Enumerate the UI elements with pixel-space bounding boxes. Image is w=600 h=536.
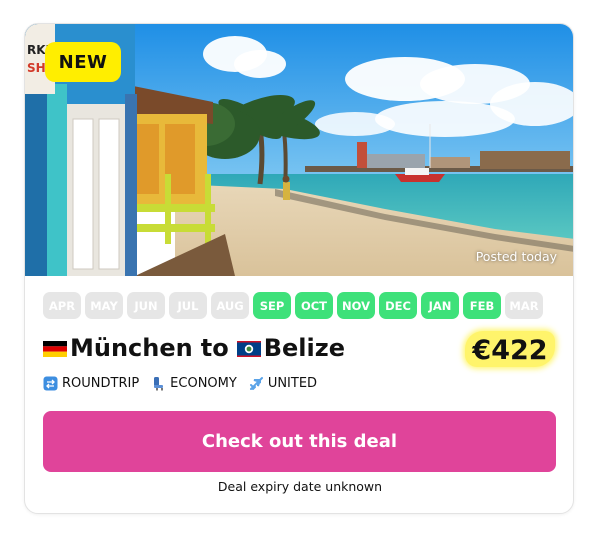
- month-chip-mar: MAR: [505, 292, 543, 319]
- travel-months: APR MAY JUN JUL AUG SEP OCT NOV DEC JAN FEB MAR: [43, 292, 543, 319]
- month-chip-nov: NOV: [337, 292, 375, 319]
- airline-label: UNITED: [267, 376, 318, 391]
- svg-text:SH: SH: [27, 61, 46, 75]
- month-chip-jul: JUL: [169, 292, 207, 319]
- month-chip-feb: FEB: [463, 292, 501, 319]
- new-badge: NEW: [45, 42, 121, 82]
- destination-photo[interactable]: RKE SH NEW Posted today: [25, 24, 573, 276]
- month-chip-sep: SEP: [253, 292, 291, 319]
- belize-flag-icon: [236, 341, 261, 357]
- airplane-icon: [249, 377, 263, 390]
- route-connector: to: [200, 334, 229, 362]
- airline: UNITED: [249, 376, 317, 391]
- origin-city: München: [70, 334, 193, 362]
- check-out-deal-button[interactable]: Check out this deal: [43, 411, 556, 472]
- route-title: München to Belize: [43, 330, 345, 366]
- seat-icon: [154, 377, 164, 391]
- month-chip-dec: DEC: [379, 292, 417, 319]
- month-chip-jun: JUN: [127, 292, 165, 319]
- trip-type: ROUNDTRIP: [43, 376, 139, 391]
- month-chip-aug: AUG: [211, 292, 249, 319]
- cabin-class: ECONOMY: [151, 376, 237, 391]
- trip-type-label: ROUNDTRIP: [62, 376, 140, 391]
- germany-flag-icon: [43, 341, 67, 357]
- cabin-label: ECONOMY: [170, 376, 237, 391]
- month-chip-may: MAY: [85, 292, 123, 319]
- month-chip-apr: APR: [43, 292, 81, 319]
- price-value: €422: [472, 334, 548, 366]
- destination-city: Belize: [263, 334, 345, 362]
- posted-label: Posted today: [475, 249, 557, 264]
- deal-card[interactable]: RKE SH NEW Posted today APR MAY JUN JUL AUG S…: [24, 23, 574, 514]
- repeat-icon: [43, 376, 58, 391]
- month-chip-jan: JAN: [421, 292, 459, 319]
- deal-expiry-note: Deal expiry date unknown: [217, 479, 383, 494]
- price-tag: €422: [465, 328, 557, 372]
- trip-details: ROUNDTRIP ECONOMY UNITED: [43, 376, 329, 391]
- month-chip-oct: OCT: [295, 292, 333, 319]
